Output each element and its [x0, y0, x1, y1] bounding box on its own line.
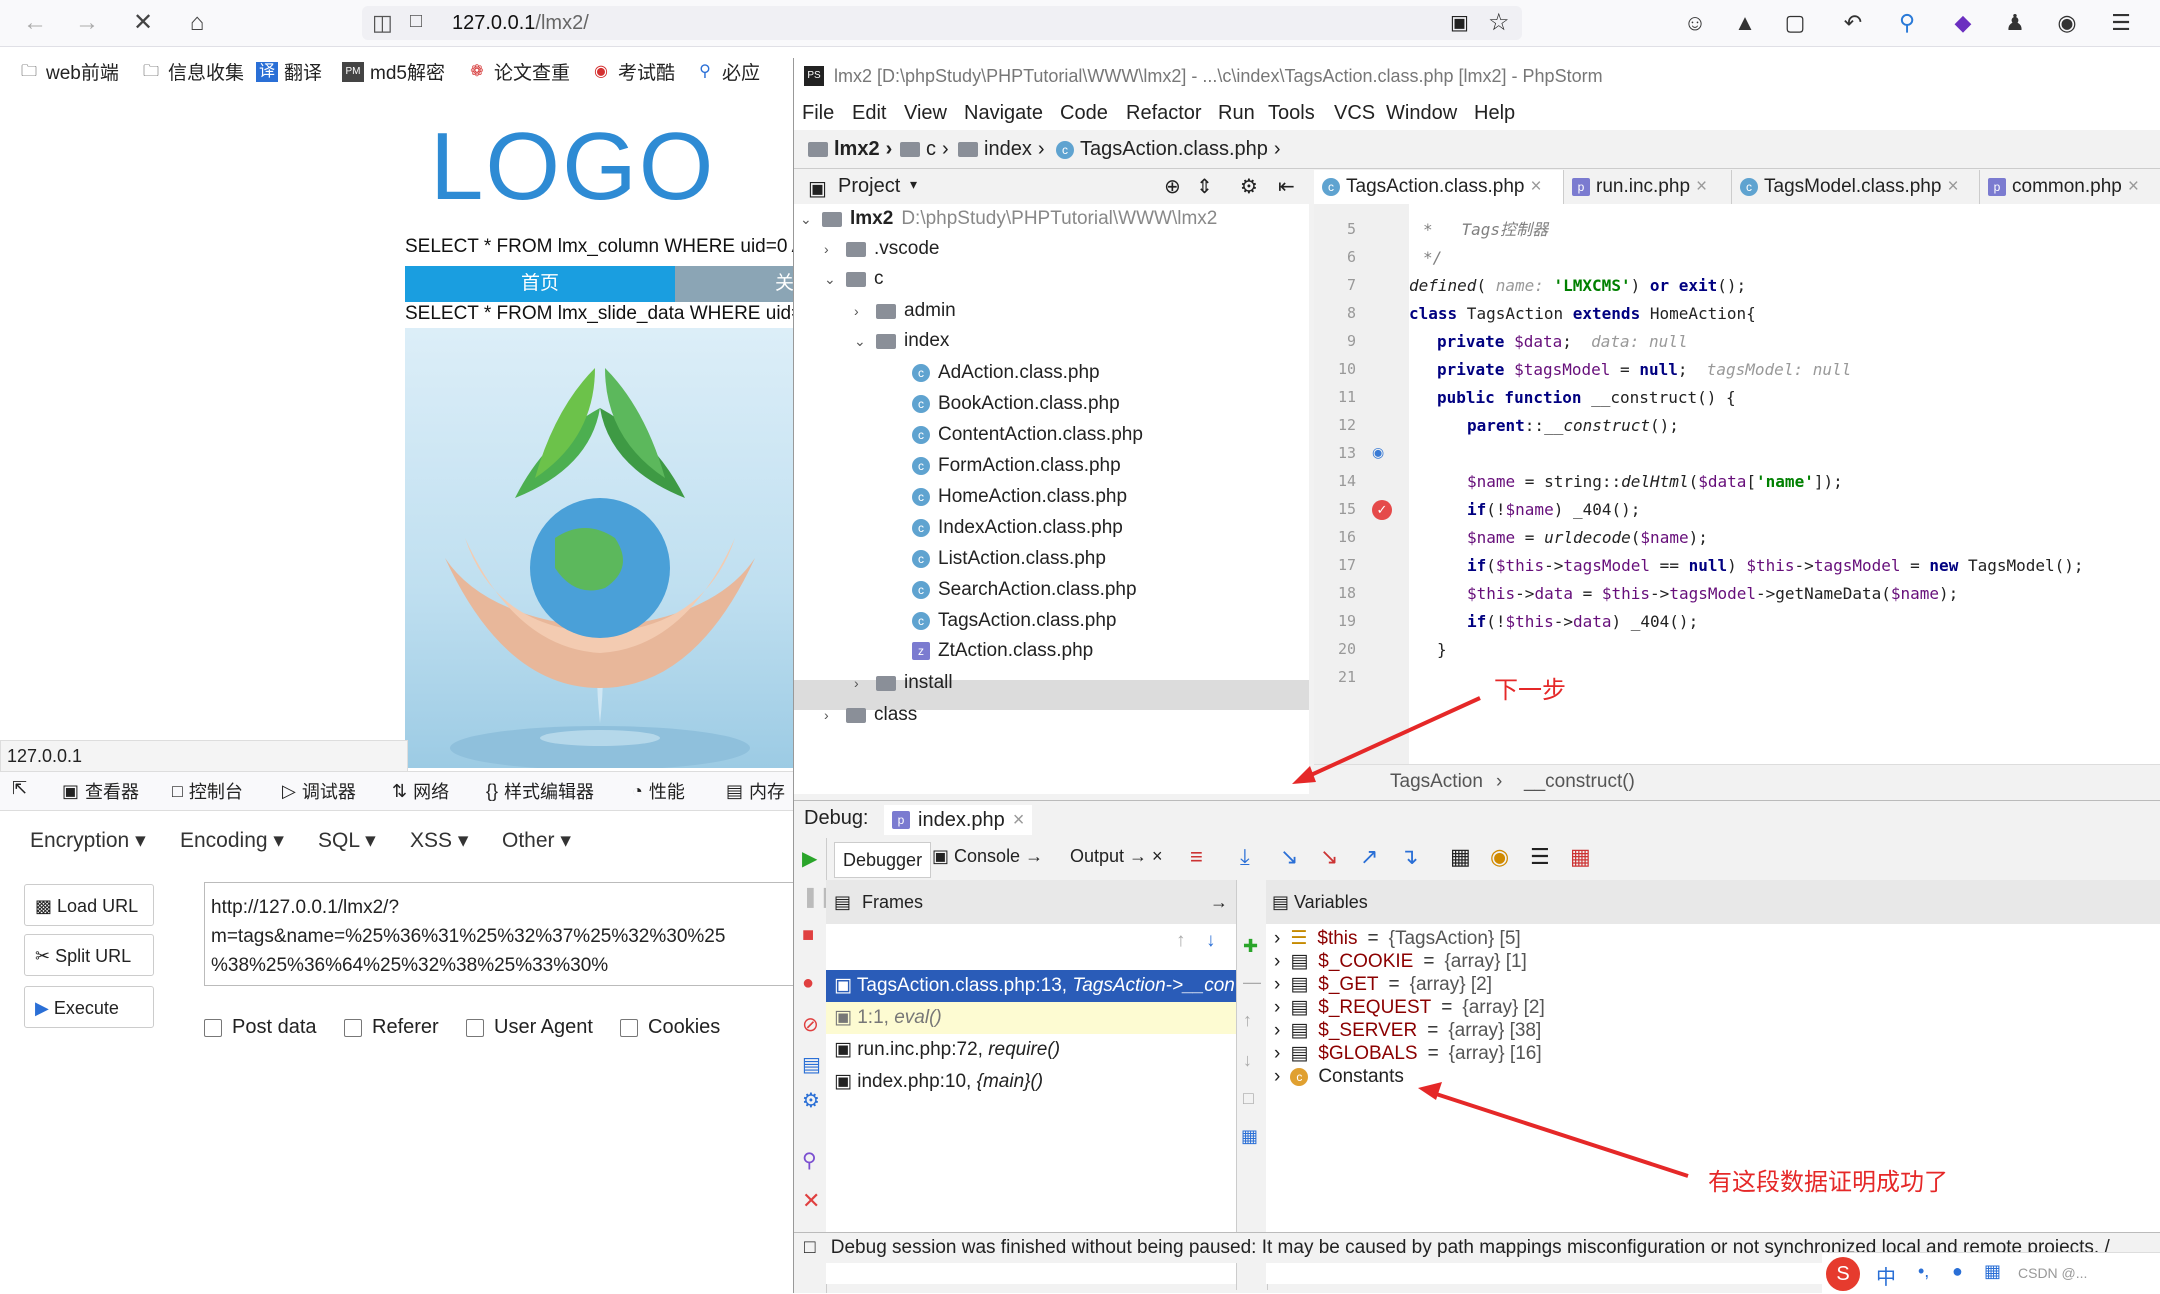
arrow-proof: [1429, 1090, 1689, 1178]
ime-toolbar: S 中 •, ● ▦ CSDN @...: [1822, 1252, 2160, 1294]
arrowhead: [1418, 1082, 1442, 1100]
annotation-next-step: 下一步: [1494, 677, 1566, 704]
ime-mode[interactable]: 中: [1876, 1261, 1896, 1290]
mic-icon[interactable]: ●: [1952, 1261, 1963, 1282]
arrowhead: [1292, 766, 1316, 784]
watermark: CSDN @...: [2018, 1265, 2088, 1281]
punctuation-icon[interactable]: •,: [1918, 1261, 1929, 1282]
annotation-proof: 有这段数据证明成功了: [1708, 1169, 1948, 1196]
keyboard-icon[interactable]: ▦: [1984, 1261, 2001, 1282]
annotation-arrows: [1292, 696, 1689, 1178]
sogou-icon[interactable]: S: [1826, 1257, 1860, 1291]
arrow-next-step: [1299, 696, 1481, 782]
